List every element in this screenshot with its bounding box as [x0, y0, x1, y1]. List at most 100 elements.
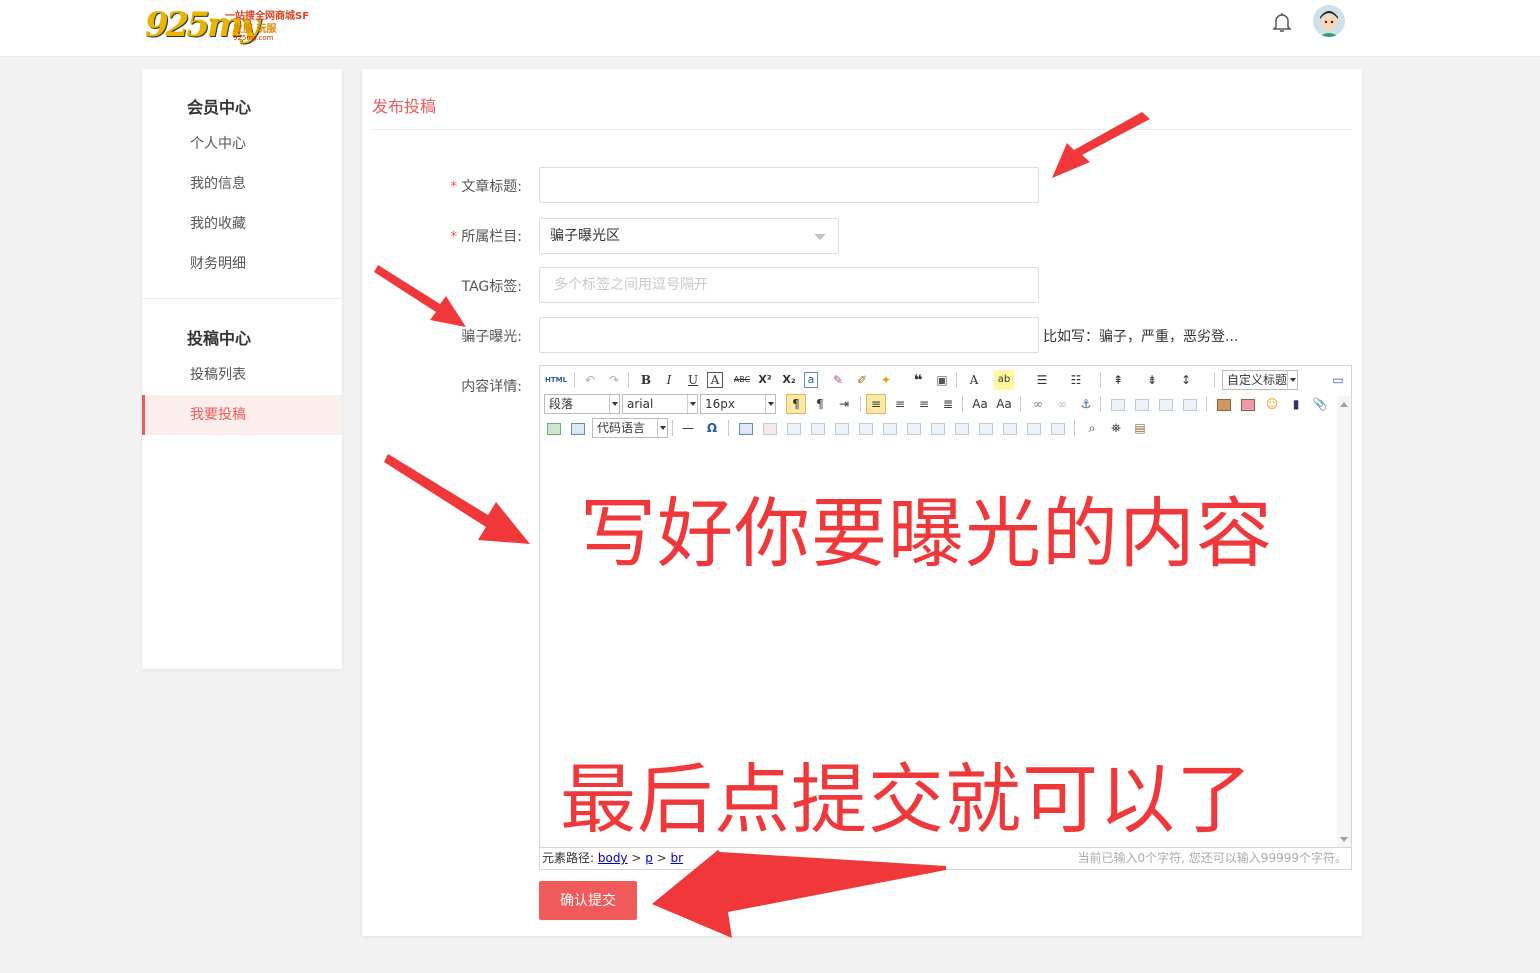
- article-title-input[interactable]: [539, 167, 1039, 203]
- submit-button[interactable]: 确认提交: [539, 881, 637, 920]
- eraser-icon[interactable]: ✎: [828, 370, 848, 390]
- align-justify-icon[interactable]: ≣: [938, 394, 958, 414]
- split-rows-icon[interactable]: [1000, 418, 1020, 438]
- align-right-icon[interactable]: ≡: [914, 394, 934, 414]
- superscript-button[interactable]: X²: [755, 370, 775, 390]
- redo-icon[interactable]: ↷: [604, 370, 624, 390]
- sidebar-item-favorites[interactable]: 我的收藏: [142, 204, 342, 244]
- multi-image-icon[interactable]: [1238, 394, 1258, 414]
- element-path-label: 元素路径:: [542, 851, 598, 865]
- lowercase-icon[interactable]: Aa: [994, 394, 1014, 414]
- scam-keywords-input[interactable]: [539, 317, 1039, 353]
- merge-cells-icon[interactable]: [904, 418, 924, 438]
- unordered-list-icon[interactable]: ☷: [1066, 370, 1086, 390]
- ltr-direction-icon[interactable]: ¶: [786, 394, 806, 414]
- path-p-link[interactable]: p: [645, 851, 653, 865]
- font-border-button[interactable]: A: [707, 372, 723, 388]
- paragraph-select[interactable]: 段落: [544, 394, 620, 414]
- font-size-select[interactable]: 16px: [700, 394, 776, 414]
- merge-right-icon[interactable]: [928, 418, 948, 438]
- sidebar-item-my-info[interactable]: 我的信息: [142, 164, 342, 204]
- tag-input[interactable]: [539, 267, 1039, 303]
- table-props-icon[interactable]: [1048, 418, 1068, 438]
- avatar[interactable]: [1313, 5, 1345, 37]
- unlink-icon[interactable]: ∞: [1052, 394, 1072, 414]
- templates-icon[interactable]: ▤: [1130, 418, 1150, 438]
- ordered-list-icon[interactable]: ☰: [1032, 370, 1052, 390]
- insert-col-icon[interactable]: [856, 418, 876, 438]
- page-title: 发布投稿: [372, 97, 437, 116]
- sidebar-item-profile[interactable]: 个人中心: [142, 124, 342, 164]
- image-right-icon[interactable]: [1156, 394, 1176, 414]
- italic-button[interactable]: I: [659, 370, 679, 390]
- strikethrough-button[interactable]: ABC: [730, 370, 754, 390]
- image-center-icon[interactable]: [1180, 394, 1200, 414]
- anchor-icon[interactable]: ⚓: [1076, 394, 1096, 414]
- simple-upload-icon[interactable]: [1214, 394, 1234, 414]
- horizontal-rule-icon[interactable]: —: [678, 418, 698, 438]
- sidebar-item-new-submission[interactable]: 我要投稿: [142, 395, 342, 435]
- subscript-button[interactable]: X₂: [779, 370, 799, 390]
- toolbar-separator: [1206, 396, 1207, 412]
- delete-row-icon[interactable]: [832, 418, 852, 438]
- html-source-button[interactable]: HTML: [544, 370, 568, 390]
- undo-icon[interactable]: ↶: [580, 370, 600, 390]
- insert-row-icon[interactable]: [808, 418, 828, 438]
- image-left-icon[interactable]: [1132, 394, 1152, 414]
- emotion-icon[interactable]: ☺: [1262, 394, 1282, 414]
- video-icon[interactable]: ▮: [1286, 394, 1306, 414]
- toolbar-separator: [574, 372, 575, 388]
- insert-frame-icon[interactable]: [568, 418, 588, 438]
- align-left-icon[interactable]: ≡: [866, 394, 886, 414]
- site-logo[interactable]: 925my 一站搜全网商城SF 发服 玩服 925my.com: [145, 5, 309, 45]
- insert-table-icon[interactable]: [736, 418, 756, 438]
- bell-icon[interactable]: [1270, 10, 1294, 34]
- fullscreen-icon[interactable]: ▭: [1328, 370, 1348, 390]
- split-cols-icon[interactable]: [1024, 418, 1044, 438]
- indent-icon[interactable]: ⇥: [834, 394, 854, 414]
- map-icon[interactable]: [544, 418, 564, 438]
- chevron-down-icon: [609, 395, 619, 413]
- sidebar-item-finance[interactable]: 财务明细: [142, 244, 342, 284]
- insert-paragraph-before-table-icon[interactable]: [784, 418, 804, 438]
- chevron-down-icon: [765, 395, 775, 413]
- align-center-icon[interactable]: ≡: [890, 394, 910, 414]
- custom-title-select[interactable]: 自定义标题: [1222, 370, 1298, 390]
- special-char-icon[interactable]: Ω: [702, 418, 722, 438]
- attachment-icon[interactable]: 📎: [1310, 394, 1330, 414]
- search-icon[interactable]: ⌕: [1082, 418, 1102, 438]
- editor-scrollbar[interactable]: [1337, 396, 1351, 848]
- merge-down-icon[interactable]: [952, 418, 972, 438]
- paste-plain-icon[interactable]: ▣: [932, 370, 952, 390]
- image-none-icon[interactable]: [1108, 394, 1128, 414]
- font-family-select[interactable]: arial: [622, 394, 698, 414]
- toolbar-separator: [1020, 396, 1021, 412]
- row-spacing-top-icon[interactable]: ⇞: [1108, 370, 1128, 390]
- path-body-link[interactable]: body: [598, 851, 628, 865]
- underline-button[interactable]: U: [683, 370, 703, 390]
- scroll-up-icon[interactable]: [1340, 402, 1348, 407]
- column-select[interactable]: 骗子曝光区: [539, 218, 839, 254]
- bold-button[interactable]: B: [636, 370, 656, 390]
- path-br-link[interactable]: br: [671, 851, 684, 865]
- scam-hint: 比如写：骗子，严重，恶劣登...: [1043, 329, 1239, 345]
- auto-format-icon[interactable]: ✦: [876, 370, 896, 390]
- toolbar-separator: [1100, 396, 1101, 412]
- uppercase-icon[interactable]: Aa: [970, 394, 990, 414]
- sidebar-item-submission-list[interactable]: 投稿列表: [142, 355, 342, 395]
- split-cells-icon[interactable]: [976, 418, 996, 438]
- quote-icon[interactable]: ❝: [908, 370, 928, 390]
- font-color-button[interactable]: A: [964, 370, 984, 390]
- format-match-button[interactable]: a: [804, 372, 818, 388]
- highlight-color-button[interactable]: ab: [994, 370, 1014, 390]
- brush-icon[interactable]: ✐: [852, 370, 872, 390]
- delete-table-icon[interactable]: [760, 418, 780, 438]
- scroll-down-icon[interactable]: [1340, 837, 1348, 842]
- rtl-direction-icon[interactable]: ¶: [810, 394, 830, 414]
- find-replace-icon[interactable]: ⛯: [1106, 418, 1126, 438]
- link-icon[interactable]: ∞: [1028, 394, 1048, 414]
- line-height-icon[interactable]: ↕: [1176, 370, 1196, 390]
- row-spacing-bottom-icon[interactable]: ⇟: [1142, 370, 1162, 390]
- delete-col-icon[interactable]: [880, 418, 900, 438]
- code-language-select[interactable]: 代码语言: [592, 418, 668, 438]
